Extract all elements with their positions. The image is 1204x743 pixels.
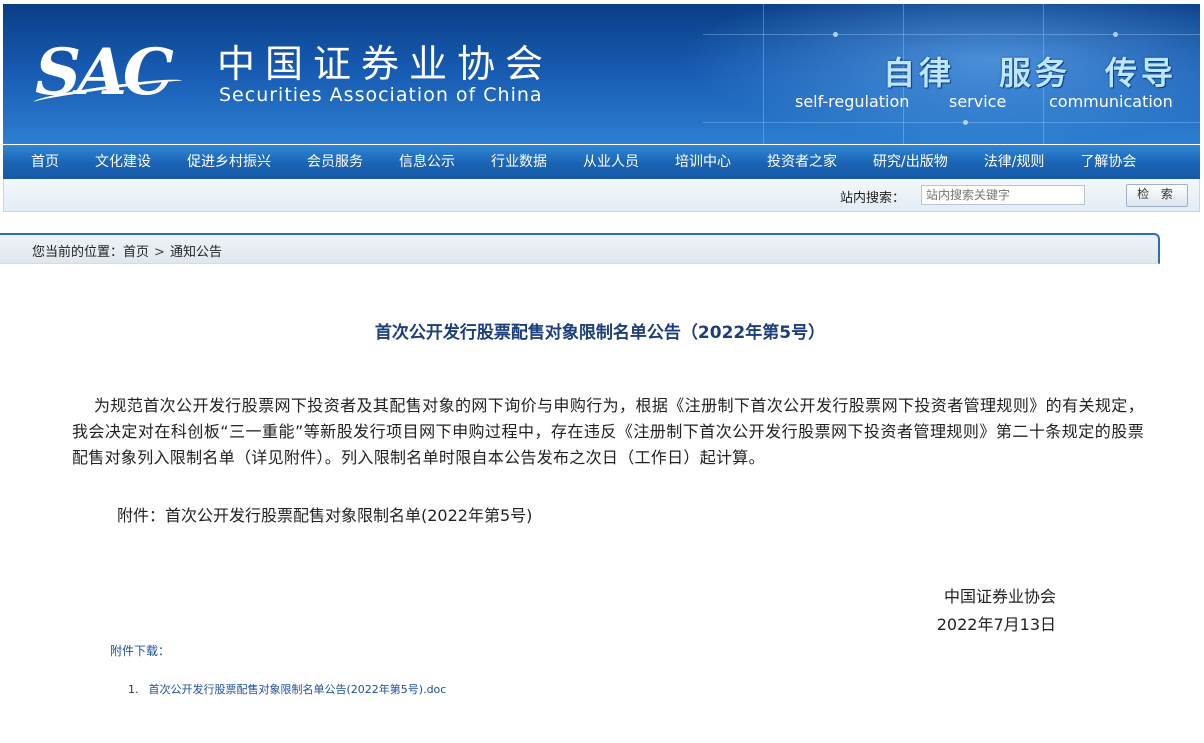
nav-item-member-services[interactable]: 会员服务 xyxy=(289,145,381,179)
org-name-en: Securities Association of China xyxy=(219,84,543,106)
header-banner: SAC 中国证券业协会 Securities Association of Ch… xyxy=(3,4,1200,144)
download-link[interactable]: 首次公开发行股票配售对象限制名单公告(2022年第5号).doc xyxy=(149,683,447,696)
slogan-service-en: service xyxy=(949,92,1007,111)
nav-item-laws[interactable]: 法律/规则 xyxy=(966,145,1063,179)
breadcrumb-item-notices[interactable]: 通知公告 xyxy=(170,241,222,260)
breadcrumb-trail: 您当前的位置：首页 > 通知公告 xyxy=(32,241,222,260)
slogan-self-regulation-en: self-regulation xyxy=(795,92,910,111)
banner-decor-line xyxy=(703,122,1200,123)
page-title: 首次公开发行股票配售对象限制名单公告（2022年第5号） xyxy=(374,323,826,343)
attachment-note: 附件：首次公开发行股票配售对象限制名单(2022年第5号) xyxy=(117,506,533,525)
downloads-label: 附件下载： xyxy=(110,644,171,658)
breadcrumb-separator: > xyxy=(154,245,165,260)
nav-item-training[interactable]: 培训中心 xyxy=(657,145,749,179)
breadcrumb-prefix: 您当前的位置： xyxy=(32,245,124,260)
nav-item-about[interactable]: 了解协会 xyxy=(1062,145,1154,179)
nav-item-home[interactable]: 首页 xyxy=(3,145,77,179)
nav-item-disclosure[interactable]: 信息公示 xyxy=(381,145,473,179)
search-label: 站内搜索： xyxy=(839,191,905,206)
signature-date: 2022年7月13日 xyxy=(936,615,1056,634)
nav-item-culture[interactable]: 文化建设 xyxy=(77,145,169,179)
article-body: 为规范首次公开发行股票网下投资者及其配售对象的网下询价与申购行为，根据《注册制下… xyxy=(72,396,1144,467)
org-name-cn: 中国证券业协会 xyxy=(217,42,554,86)
search-button[interactable]: 检 索 xyxy=(1126,184,1188,207)
banner-decor-line xyxy=(703,34,1200,35)
downloads-list: 1. 首次公开发行股票配售对象限制名单公告(2022年第5号).doc xyxy=(128,681,446,697)
slogan-communication-cn: 传导 xyxy=(1105,54,1178,92)
slogan-communication-en: communication xyxy=(1049,92,1173,111)
search-input[interactable] xyxy=(921,185,1085,205)
signature-org: 中国证券业协会 xyxy=(943,587,1056,606)
slogan-self-regulation-cn: 自律 xyxy=(883,54,956,92)
nav-item-practitioners[interactable]: 从业人员 xyxy=(565,145,657,179)
nav-item-rural-revitalization[interactable]: 促进乡村振兴 xyxy=(169,145,289,179)
search-bar: 站内搜索： 检 索 xyxy=(3,179,1200,212)
breadcrumb-item-home[interactable]: 首页 xyxy=(123,241,149,260)
download-item-number: 1. xyxy=(128,683,139,696)
banner-decor-line xyxy=(763,4,764,144)
banner-decor-dot xyxy=(1113,32,1118,37)
nav-item-research[interactable]: 研究/出版物 xyxy=(855,145,966,179)
banner-decor-dot xyxy=(963,120,968,125)
breadcrumb: 您当前的位置：首页 > 通知公告 xyxy=(0,233,1160,264)
nav-item-investors[interactable]: 投资者之家 xyxy=(749,145,855,179)
slogan-service-cn: 服务 xyxy=(999,54,1072,92)
nav-item-industry-data[interactable]: 行业数据 xyxy=(473,145,565,179)
banner-decor-dot xyxy=(833,32,838,37)
main-nav: 首页 文化建设 促进乡村振兴 会员服务 信息公示 行业数据 从业人员 培训中心 … xyxy=(3,145,1200,179)
